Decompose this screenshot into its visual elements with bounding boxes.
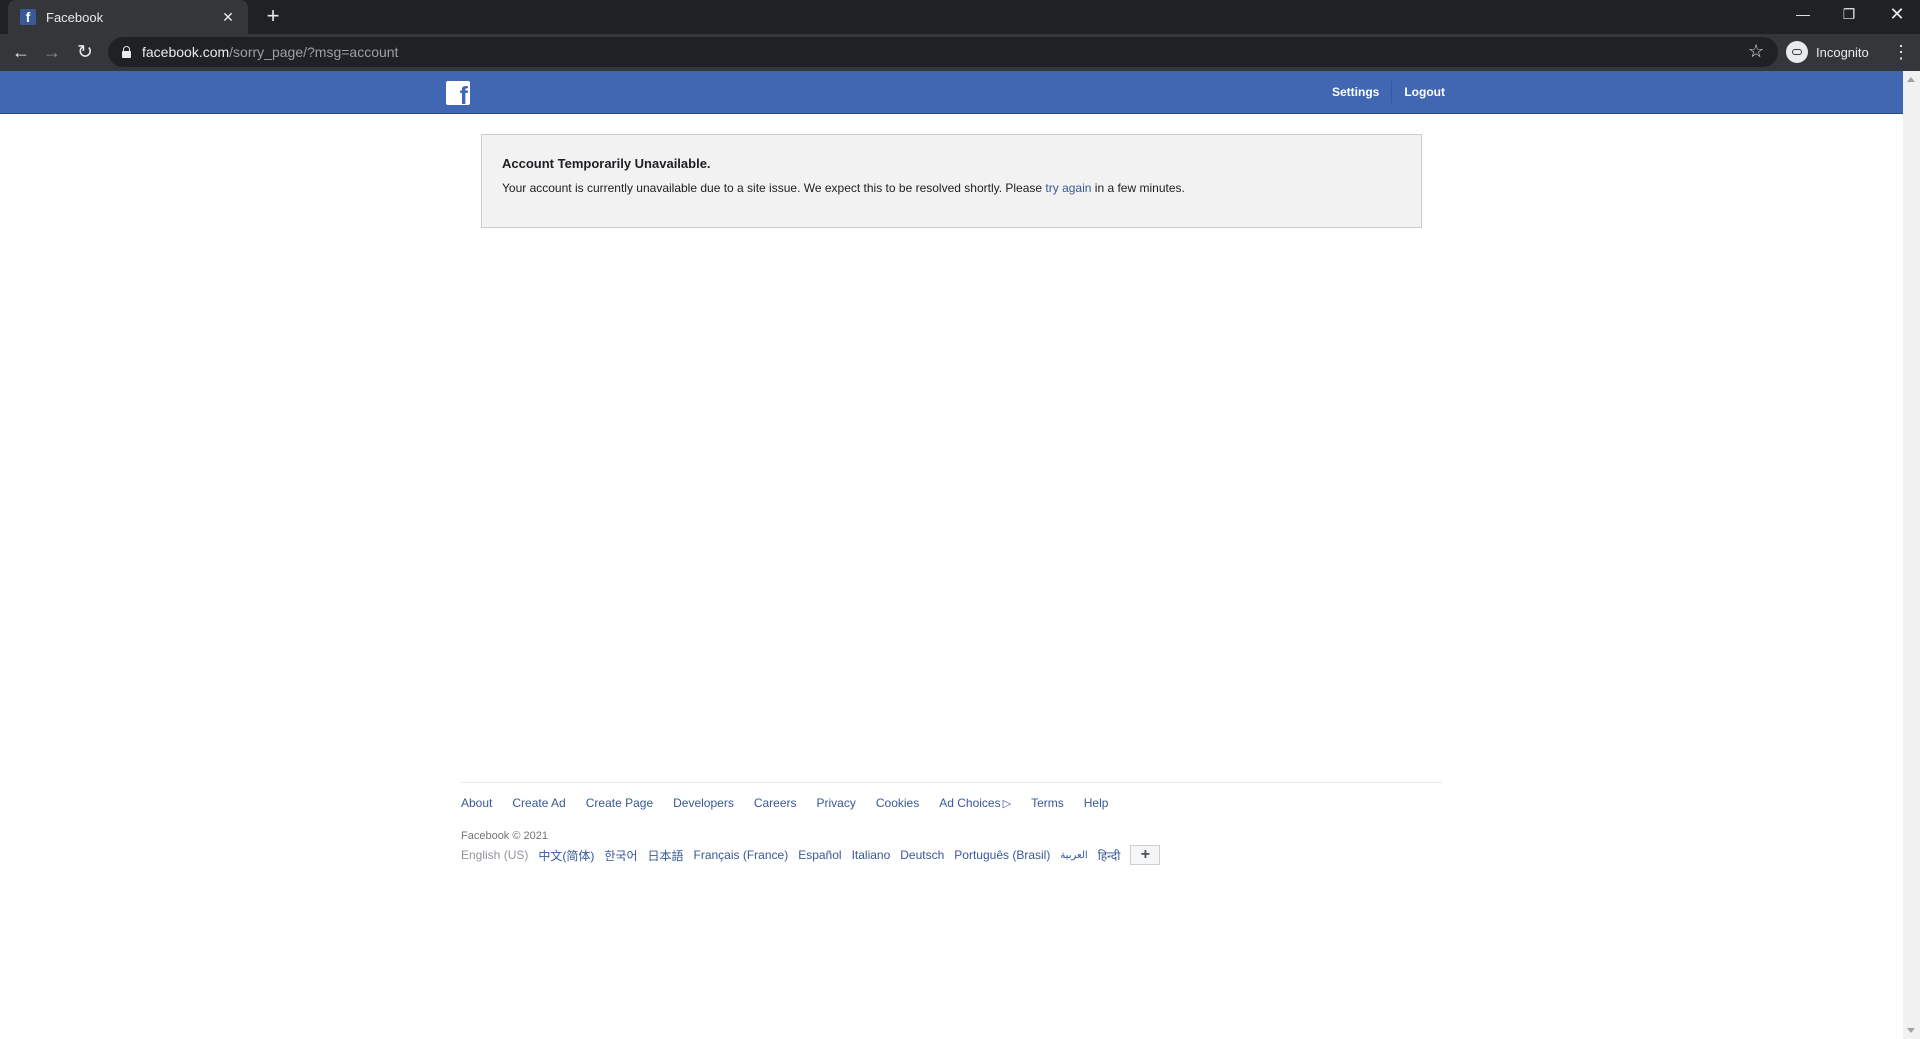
- account-unavailable-notice: Account Temporarily Unavailable. Your ac…: [481, 134, 1422, 228]
- language-japanese[interactable]: 日本語: [647, 847, 683, 864]
- footer-link-privacy[interactable]: Privacy: [817, 796, 856, 810]
- scroll-up-arrow-icon[interactable]: [1907, 77, 1915, 82]
- browser-menu-icon[interactable]: ⋮: [1892, 40, 1910, 64]
- url-host: facebook.com: [142, 44, 230, 60]
- minimize-window-button[interactable]: —: [1780, 0, 1826, 30]
- forward-arrow-icon[interactable]: →: [38, 39, 66, 67]
- browser-titlebar: f Facebook ✕ + — ❐ ✕: [0, 0, 1920, 34]
- page-footer: About Create Ad Create Page Developers C…: [461, 782, 1442, 865]
- footer-link-careers[interactable]: Careers: [754, 796, 797, 810]
- incognito-icon: [1786, 41, 1808, 63]
- language-list: English (US) 中文(简体) 한국어 日本語 Français (Fr…: [461, 845, 1442, 865]
- back-arrow-icon[interactable]: ←: [7, 39, 35, 67]
- footer-links: About Create Ad Create Page Developers C…: [461, 793, 1442, 813]
- tab-title: Facebook: [46, 9, 104, 25]
- restore-window-button[interactable]: ❐: [1826, 0, 1872, 30]
- facebook-logo-icon[interactable]: f: [446, 81, 470, 105]
- language-korean[interactable]: 한국어: [604, 847, 637, 864]
- url-path: /sorry_page/?msg=account: [229, 44, 399, 60]
- reload-icon[interactable]: ↻: [71, 39, 99, 67]
- profile-label: Incognito: [1816, 44, 1869, 60]
- language-french[interactable]: Français (France): [694, 848, 789, 862]
- page-viewport: f Settings Logout Account Temporarily Un…: [0, 71, 1903, 1039]
- settings-link[interactable]: Settings: [1320, 85, 1391, 99]
- footer-link-help[interactable]: Help: [1084, 796, 1109, 810]
- scroll-down-arrow-icon[interactable]: [1907, 1028, 1915, 1033]
- copyright-text: Facebook © 2021: [461, 830, 548, 842]
- browser-tab[interactable]: f Facebook ✕: [8, 0, 248, 34]
- footer-link-terms[interactable]: Terms: [1031, 796, 1064, 810]
- url-text[interactable]: facebook.com/sorry_page/?msg=account: [142, 44, 398, 60]
- footer-link-cookies[interactable]: Cookies: [876, 796, 919, 810]
- close-window-button[interactable]: ✕: [1874, 0, 1920, 30]
- footer-link-create-ad[interactable]: Create Ad: [512, 796, 565, 810]
- language-english-us[interactable]: English (US): [461, 848, 528, 862]
- language-german[interactable]: Deutsch: [900, 848, 944, 862]
- language-hindi[interactable]: हिन्दी: [1098, 847, 1121, 864]
- footer-link-developers[interactable]: Developers: [673, 796, 734, 810]
- lock-icon[interactable]: [122, 46, 131, 58]
- facebook-favicon-icon: f: [20, 9, 36, 25]
- language-portuguese-brazil[interactable]: Português (Brasil): [954, 848, 1050, 862]
- try-again-link[interactable]: try again: [1045, 181, 1091, 195]
- more-languages-button[interactable]: +: [1130, 845, 1161, 865]
- language-spanish[interactable]: Español: [798, 848, 841, 862]
- footer-link-about[interactable]: About: [461, 796, 492, 810]
- language-chinese-simplified[interactable]: 中文(简体): [538, 847, 594, 864]
- address-bar[interactable]: facebook.com/sorry_page/?msg=account ☆: [108, 37, 1778, 67]
- language-arabic[interactable]: العربية: [1060, 850, 1087, 861]
- notice-title: Account Temporarily Unavailable.: [502, 156, 711, 171]
- notice-body: Your account is currently unavailable du…: [502, 181, 1185, 195]
- close-tab-icon[interactable]: ✕: [220, 9, 236, 26]
- header-nav: Settings Logout: [1320, 71, 1457, 113]
- browser-toolbar: ← → ↻ facebook.com/sorry_page/?msg=accou…: [0, 34, 1920, 71]
- footer-link-ad-choices[interactable]: Ad Choices ▷: [939, 796, 1011, 810]
- facebook-header: f Settings Logout: [0, 71, 1903, 114]
- ad-choices-icon: ▷: [1002, 798, 1012, 810]
- bookmark-star-icon[interactable]: ☆: [1748, 41, 1764, 62]
- logout-link[interactable]: Logout: [1392, 85, 1457, 99]
- footer-divider: [461, 782, 1442, 783]
- language-italian[interactable]: Italiano: [852, 848, 891, 862]
- incognito-profile-button[interactable]: Incognito: [1786, 37, 1876, 67]
- page-scrollbar[interactable]: [1903, 71, 1920, 1039]
- new-tab-button[interactable]: +: [260, 5, 286, 29]
- footer-link-create-page[interactable]: Create Page: [586, 796, 653, 810]
